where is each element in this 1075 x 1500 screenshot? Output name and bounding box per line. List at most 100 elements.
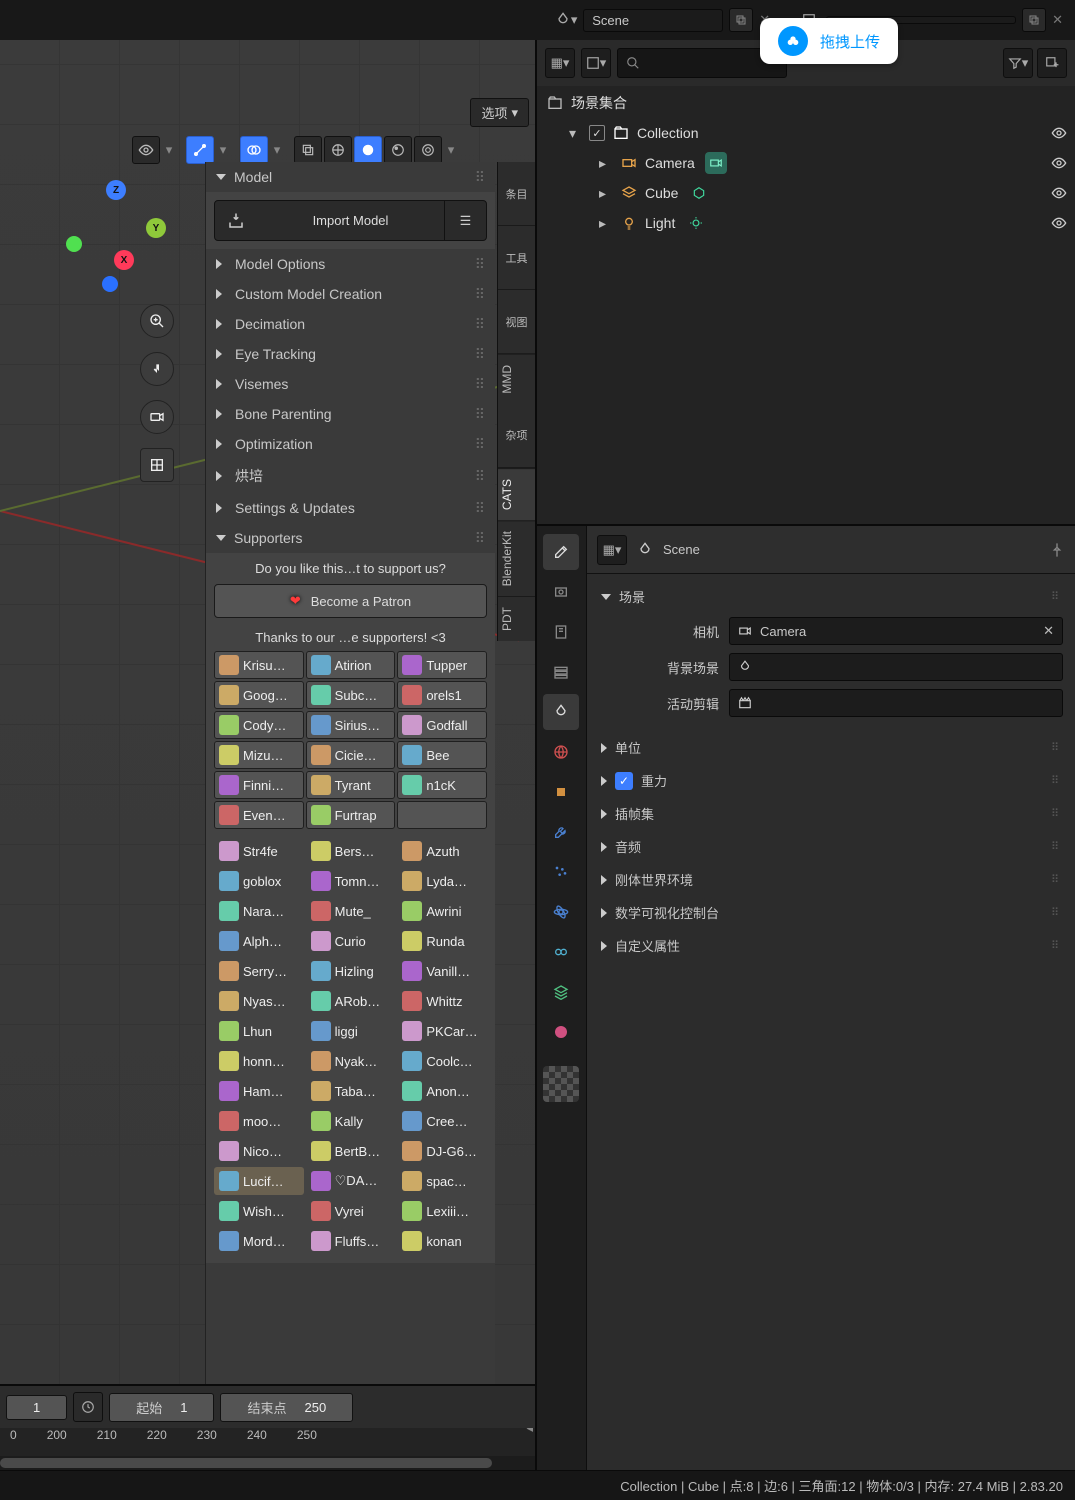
- supporter-cell[interactable]: Curio: [306, 927, 396, 955]
- supporter-cell[interactable]: BertB…: [306, 1137, 396, 1165]
- props-section[interactable]: 音频⠿: [597, 830, 1065, 863]
- outliner-display-button[interactable]: ▾: [581, 48, 611, 78]
- supporter-cell[interactable]: Lexiii…: [397, 1197, 487, 1225]
- drag-icon[interactable]: ⠿: [475, 468, 487, 485]
- end-frame-field[interactable]: 结束点250: [220, 1393, 353, 1422]
- outliner-mode-button[interactable]: ▦▾: [545, 48, 575, 78]
- ptab-tool-icon[interactable]: [543, 534, 579, 570]
- nav-gizmo[interactable]: Z Y X: [66, 180, 166, 290]
- supporter-cell[interactable]: Sirius…: [306, 711, 396, 739]
- drag-icon[interactable]: ⠿: [475, 169, 487, 186]
- supporter-cell[interactable]: goblox: [214, 867, 304, 895]
- ptab-modifier-icon[interactable]: [543, 814, 579, 850]
- collection-checkbox[interactable]: ✓: [589, 125, 605, 141]
- clear-icon[interactable]: ✕: [1043, 623, 1054, 639]
- drag-icon[interactable]: ⠿: [475, 436, 487, 453]
- drag-icon[interactable]: ⠿: [475, 316, 487, 333]
- supporter-cell[interactable]: Nyas…: [214, 987, 304, 1015]
- gravity-checkbox[interactable]: ✓: [615, 772, 633, 790]
- timeline-ruler[interactable]: 0200210220230240250 ◂: [0, 1428, 535, 1456]
- supporter-cell[interactable]: Lucif…: [214, 1167, 304, 1195]
- scene-name-field[interactable]: Scene: [583, 9, 723, 32]
- supporter-cell[interactable]: Tyrant: [306, 771, 396, 799]
- ptab-material-icon[interactable]: [543, 1014, 579, 1050]
- supporter-cell[interactable]: Kally: [306, 1107, 396, 1135]
- gizmo-toggle-icon[interactable]: [186, 136, 214, 164]
- ptab-data-icon[interactable]: [543, 974, 579, 1010]
- scene-copy-button[interactable]: [729, 8, 753, 32]
- drag-icon[interactable]: ⠿: [475, 530, 487, 547]
- supporter-cell[interactable]: Vanill…: [397, 957, 487, 985]
- import-model-button[interactable]: Import Model ☰: [214, 200, 487, 241]
- supporter-cell[interactable]: Cicie…: [306, 741, 396, 769]
- new-collection-button[interactable]: [1037, 48, 1067, 78]
- tab-tools[interactable]: 工具: [498, 226, 535, 290]
- zoom-icon[interactable]: [140, 304, 174, 338]
- ptab-texture-icon[interactable]: [543, 1066, 579, 1102]
- supporter-cell[interactable]: Nara…: [214, 897, 304, 925]
- eye-icon[interactable]: [1051, 155, 1067, 171]
- supporter-cell[interactable]: Whittz: [397, 987, 487, 1015]
- viewport-options-button[interactable]: 选项 ▾: [470, 98, 529, 127]
- supporter-cell[interactable]: PKCar…: [397, 1017, 487, 1045]
- overlay-toggle-icon[interactable]: [240, 136, 268, 164]
- tab-pdt[interactable]: PDT: [498, 596, 535, 641]
- supporter-cell[interactable]: Anon…: [397, 1077, 487, 1105]
- section-baking[interactable]: 烘培⠿: [206, 459, 495, 493]
- chevron-down-icon[interactable]: ▾: [216, 142, 230, 158]
- outliner-object-row[interactable]: ▸Cube: [545, 178, 1067, 208]
- supporter-cell[interactable]: Ham…: [214, 1077, 304, 1105]
- bgscene-field[interactable]: [729, 653, 1063, 681]
- drag-icon[interactable]: ⠿: [475, 406, 487, 423]
- shading-rendered-icon[interactable]: [414, 136, 442, 164]
- ptab-constraint-icon[interactable]: [543, 934, 579, 970]
- shading-solid-icon[interactable]: [354, 136, 382, 164]
- section-custom-creation[interactable]: Custom Model Creation⠿: [206, 279, 495, 309]
- section-model[interactable]: Model⠿: [206, 162, 495, 192]
- supporter-cell[interactable]: Subc…: [306, 681, 396, 709]
- axis-y-icon[interactable]: Y: [146, 218, 166, 238]
- drag-icon[interactable]: ⠿: [1051, 807, 1061, 820]
- supporter-cell[interactable]: Alph…: [214, 927, 304, 955]
- supporter-cell[interactable]: Awrini: [397, 897, 487, 925]
- current-frame-field[interactable]: 1: [6, 1395, 67, 1420]
- supporter-cell[interactable]: n1cK: [397, 771, 487, 799]
- axis-neg-icon[interactable]: [66, 236, 82, 252]
- timeline-scrollbar[interactable]: [0, 1456, 535, 1470]
- tab-view[interactable]: 视图: [498, 290, 535, 354]
- props-section[interactable]: 插帧集⠿: [597, 797, 1065, 830]
- drag-icon[interactable]: ⠿: [1051, 774, 1061, 787]
- disclose-icon[interactable]: ▸: [599, 215, 613, 232]
- section-optimization[interactable]: Optimization⠿: [206, 429, 495, 459]
- supporter-cell[interactable]: Bee: [397, 741, 487, 769]
- disclose-icon[interactable]: ▸: [599, 185, 613, 202]
- supporter-cell[interactable]: Goog…: [214, 681, 304, 709]
- supporter-cell[interactable]: Krisu…: [214, 651, 304, 679]
- supporter-cell[interactable]: Vyrei: [306, 1197, 396, 1225]
- supporter-cell[interactable]: Mute_: [306, 897, 396, 925]
- section-bone-parenting[interactable]: Bone Parenting⠿: [206, 399, 495, 429]
- supporter-cell[interactable]: honn…: [214, 1047, 304, 1075]
- section-model-options[interactable]: Model Options⠿: [206, 249, 495, 279]
- ptab-world-icon[interactable]: [543, 734, 579, 770]
- drag-icon[interactable]: ⠿: [1051, 873, 1061, 886]
- tab-blenderkit[interactable]: BlenderKit: [498, 520, 535, 596]
- supporter-cell[interactable]: Str4fe: [214, 837, 304, 865]
- supporter-cell[interactable]: Wish…: [214, 1197, 304, 1225]
- close-icon[interactable]: ✕: [1052, 12, 1063, 28]
- supporter-cell[interactable]: [397, 801, 487, 829]
- perspective-icon[interactable]: [140, 448, 174, 482]
- supporter-cell[interactable]: Azuth: [397, 837, 487, 865]
- drag-icon[interactable]: ⠿: [475, 256, 487, 273]
- supporter-cell[interactable]: ARob…: [306, 987, 396, 1015]
- supporter-cell[interactable]: spac…: [397, 1167, 487, 1195]
- supporter-cell[interactable]: Cody…: [214, 711, 304, 739]
- drag-icon[interactable]: ⠿: [1051, 906, 1061, 919]
- supporter-cell[interactable]: Nyak…: [306, 1047, 396, 1075]
- tab-misc[interactable]: 杂项: [498, 404, 535, 468]
- axis-z-icon[interactable]: Z: [106, 180, 126, 200]
- outliner-object-row[interactable]: ▸Camera: [545, 148, 1067, 178]
- supporter-cell[interactable]: Serry…: [214, 957, 304, 985]
- supporter-cell[interactable]: Furtrap: [306, 801, 396, 829]
- ptab-render-icon[interactable]: [543, 574, 579, 610]
